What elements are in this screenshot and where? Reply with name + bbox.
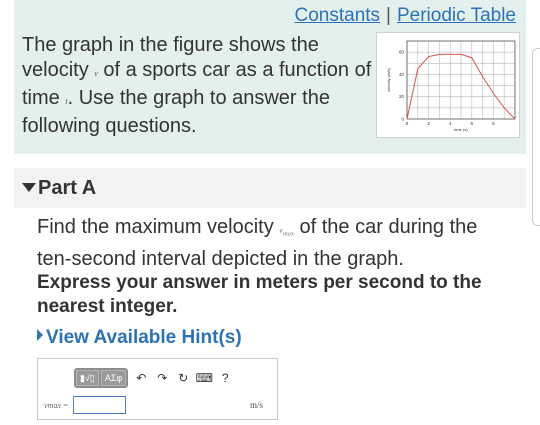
scroll-panel-edge [532,48,540,226]
answer-instruction: Express your answer in meters per second… [37,272,482,317]
undo-icon[interactable]: ↶ [133,370,149,386]
answer-panel: ▮√▯ ΑΣφ ↶ ↷ ↻ ⌨ ? vmax = m/s [37,358,278,420]
view-hints-link[interactable]: View Available Hint(s) [37,327,242,349]
velocity-time-chart: 0 2 4 6 8 0 20 40 60 time (s) velocity (m/s) [386,40,516,132]
problem-text: The graph in the figure shows the veloci… [22,33,377,139]
part-a-header[interactable]: Part A [14,168,526,208]
hint-arrow-icon [37,329,43,341]
y-tick-label: 60 [399,50,405,55]
y-tick-label: 0 [401,117,404,122]
question-text-part-1: Find the maximum velocity [37,216,280,238]
y-tick-label: 20 [399,94,405,99]
problem-intro: Constants | Periodic Table The graph in th… [14,0,526,154]
x-tick-label: 0 [406,121,409,126]
x-tick-label: 2 [427,121,430,126]
keyboard-icon[interactable]: ⌨ [196,370,213,386]
link-separator: | [386,5,391,26]
question-text: Find the maximum velocity vmax of the ca… [37,215,517,272]
help-icon[interactable]: ? [217,370,233,386]
velocity-graph-thumbnail[interactable]: 0 2 4 6 8 0 20 40 60 time (s) velocity (m/s) [376,32,520,138]
reference-links: Constants | Periodic Table [295,5,517,27]
periodic-table-link[interactable]: Periodic Table [397,5,516,26]
reset-icon[interactable]: ↻ [175,370,191,386]
constants-link[interactable]: Constants [295,5,381,26]
hints-label: View Available Hint(s) [46,327,242,348]
problem-text-part-3: . Use the graph to answer the following … [22,87,330,137]
x-axis-label: time (s) [454,127,468,132]
x-tick-label: 4 [449,121,452,126]
y-axis-label: velocity (m/s) [386,68,391,92]
answer-input[interactable] [73,396,126,414]
collapse-triangle-icon[interactable] [22,183,36,192]
redo-icon[interactable]: ↷ [154,370,170,386]
y-tick-label: 40 [399,72,405,77]
answer-unit: m/s [250,400,264,410]
x-tick-label: 8 [492,121,495,126]
answer-label: vmax = [44,401,69,410]
x-tick-label: 6 [471,121,474,126]
template-button[interactable]: ▮√▯ [76,370,99,386]
math-toolbar: ▮√▯ ΑΣφ ↶ ↷ ↻ ⌨ ? [74,368,233,388]
part-title: Part A [38,177,97,199]
template-button-group: ▮√▯ ΑΣφ [74,368,129,388]
vmax-sub: max [282,230,294,238]
symbols-button[interactable]: ΑΣφ [100,370,127,386]
vmax-symbol: vmax [279,226,294,238]
